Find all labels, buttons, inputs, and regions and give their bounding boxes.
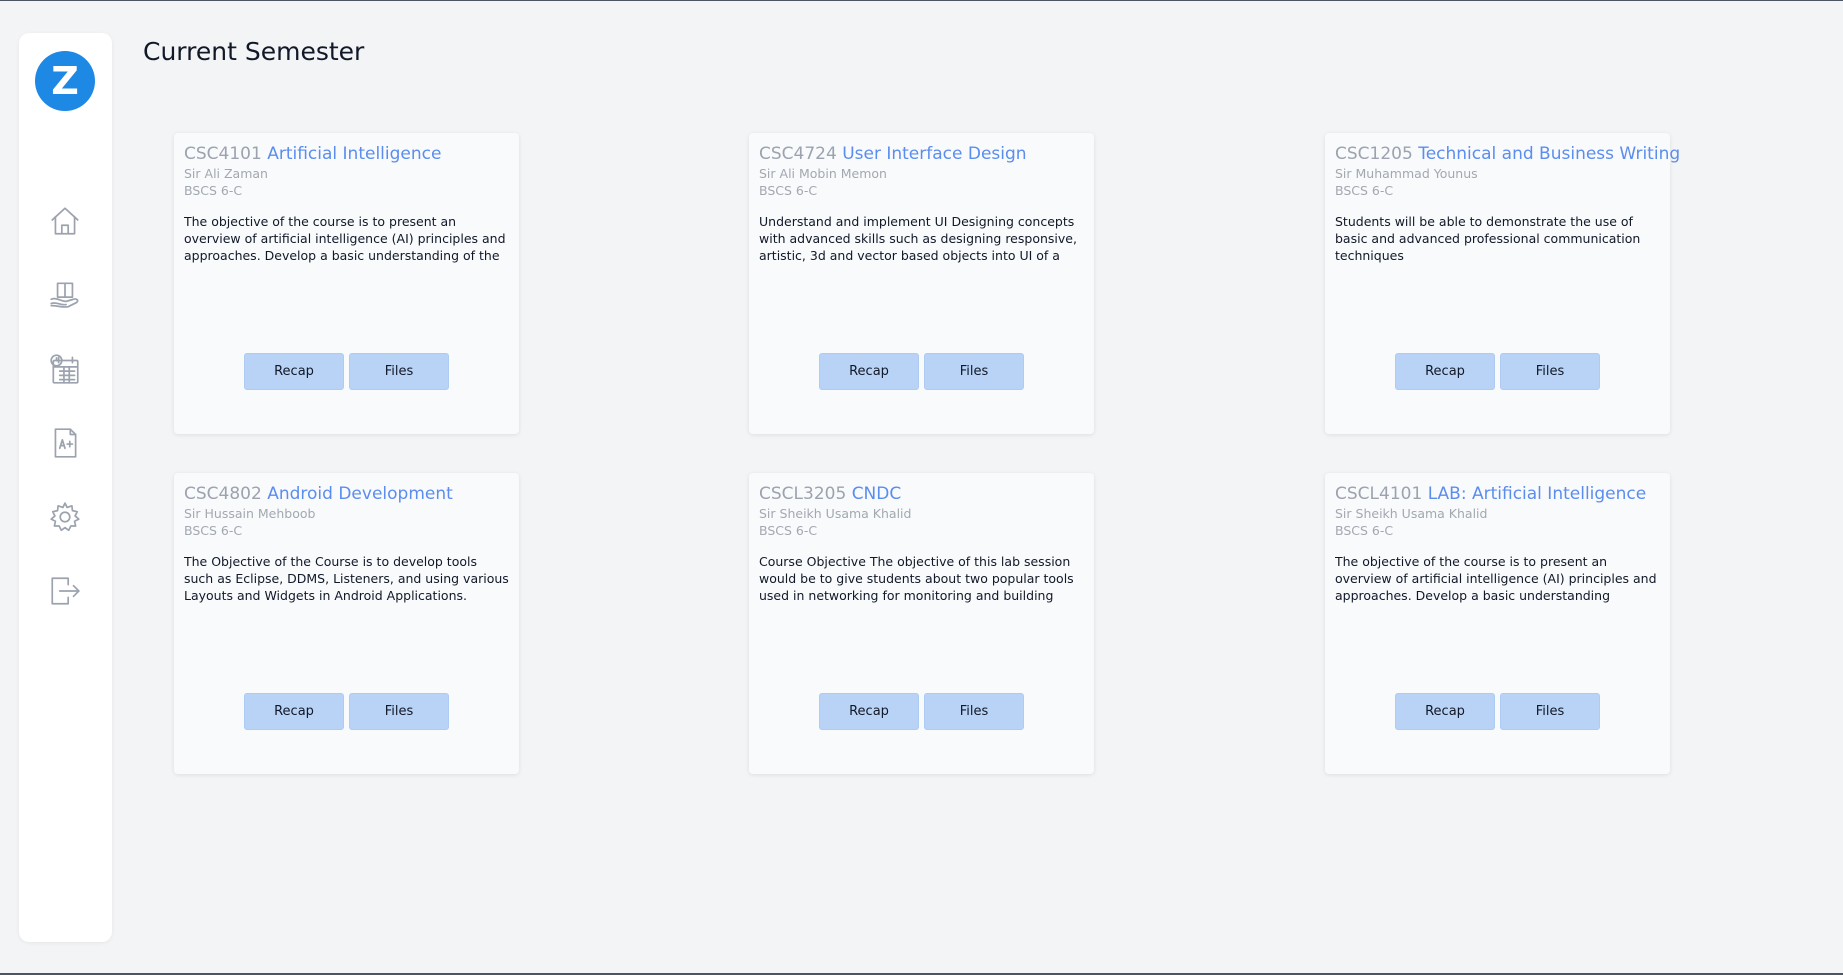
course-header: CSC4802 Android Development (184, 483, 509, 505)
app-logo[interactable]: Z (35, 51, 95, 111)
page-title: Current Semester (143, 37, 365, 66)
sidebar-item-logout[interactable] (45, 573, 85, 613)
recap-button[interactable]: Recap (244, 693, 344, 730)
course-section: BSCS 6-C (759, 183, 818, 198)
course-header: CSCL3205 CNDC (759, 483, 1084, 505)
files-button[interactable]: Files (924, 693, 1024, 730)
course-teacher: Sir Sheikh Usama Khalid (759, 506, 912, 521)
logout-icon (48, 574, 82, 612)
course-card: CSCL3205 CNDC Sir Sheikh Usama Khalid BS… (749, 473, 1094, 774)
course-actions: Recap Files (1325, 353, 1670, 390)
files-button[interactable]: Files (1500, 353, 1600, 390)
course-description: Students will be able to demonstrate the… (1335, 214, 1641, 263)
course-card: CSC1205 Technical and Business Writing S… (1325, 133, 1680, 434)
course-section: BSCS 6-C (1335, 523, 1394, 538)
files-button[interactable]: Files (349, 353, 449, 390)
sidebar-item-courses[interactable] (45, 277, 85, 317)
course-code: CSC4101 (184, 144, 262, 164)
sidebar-item-settings[interactable] (45, 499, 85, 539)
course-header: CSC1205 Technical and Business Writing (1335, 143, 1680, 165)
sidebar-item-grades[interactable] (45, 425, 85, 465)
course-code: CSCL3205 (759, 484, 847, 504)
course-card: CSCL4101 LAB: Artificial Intelligence Si… (1325, 473, 1670, 774)
course-header: CSC4724 User Interface Design (759, 143, 1084, 165)
recap-button[interactable]: Recap (819, 693, 919, 730)
course-code: CSC1205 (1335, 144, 1413, 164)
recap-button[interactable]: Recap (1395, 353, 1495, 390)
course-code: CSCL4101 (1335, 484, 1423, 504)
sidebar-item-home[interactable] (45, 203, 85, 243)
files-button[interactable]: Files (924, 353, 1024, 390)
course-section: BSCS 6-C (1335, 183, 1394, 198)
course-description: Course Objective The objective of this l… (759, 554, 1074, 603)
course-actions: Recap Files (1325, 693, 1670, 730)
course-description: Understand and implement UI Designing co… (759, 214, 1077, 263)
course-teacher: Sir Hussain Mehboob (184, 506, 316, 521)
course-header: CSC4101 Artificial Intelligence (184, 143, 509, 165)
home-icon (48, 204, 82, 242)
gear-icon (48, 500, 82, 538)
course-code: CSC4724 (759, 144, 837, 164)
calendar-clock-icon (48, 352, 82, 390)
files-button[interactable]: Files (1500, 693, 1600, 730)
course-teacher: Sir Ali Zaman (184, 166, 268, 181)
book-hand-icon (48, 278, 82, 316)
course-teacher: Sir Ali Mobin Memon (759, 166, 887, 181)
top-border (0, 0, 1843, 1)
course-section: BSCS 6-C (184, 523, 243, 538)
recap-button[interactable]: Recap (1395, 693, 1495, 730)
course-name[interactable]: Technical and Business Writing (1418, 144, 1680, 164)
course-card: CSC4724 User Interface Design Sir Ali Mo… (749, 133, 1094, 434)
course-code: CSC4802 (184, 484, 262, 504)
recap-button[interactable]: Recap (244, 353, 344, 390)
sidebar-item-schedule[interactable] (45, 351, 85, 391)
course-actions: Recap Files (749, 353, 1094, 390)
course-card: CSC4101 Artificial Intelligence Sir Ali … (174, 133, 519, 434)
course-name[interactable]: CNDC (852, 484, 902, 504)
course-actions: Recap Files (174, 353, 519, 390)
course-section: BSCS 6-C (759, 523, 818, 538)
course-name[interactable]: User Interface Design (842, 144, 1026, 164)
files-button[interactable]: Files (349, 693, 449, 730)
course-card: CSC4802 Android Development Sir Hussain … (174, 473, 519, 774)
course-teacher: Sir Sheikh Usama Khalid (1335, 506, 1488, 521)
grade-document-icon (48, 426, 82, 464)
course-name[interactable]: Artificial Intelligence (267, 144, 441, 164)
course-name[interactable]: Android Development (267, 484, 453, 504)
sidebar: Z (19, 33, 112, 942)
course-description: The Objective of the Course is to develo… (184, 554, 509, 603)
course-header: CSCL4101 LAB: Artificial Intelligence (1335, 483, 1660, 505)
recap-button[interactable]: Recap (819, 353, 919, 390)
course-actions: Recap Files (174, 693, 519, 730)
course-description: The objective of the course is to presen… (184, 214, 506, 263)
course-teacher: Sir Muhammad Younus (1335, 166, 1478, 181)
course-actions: Recap Files (749, 693, 1094, 730)
course-section: BSCS 6-C (184, 183, 243, 198)
course-name[interactable]: LAB: Artificial Intelligence (1428, 484, 1647, 504)
course-description: The objective of the course is to presen… (1335, 554, 1657, 603)
